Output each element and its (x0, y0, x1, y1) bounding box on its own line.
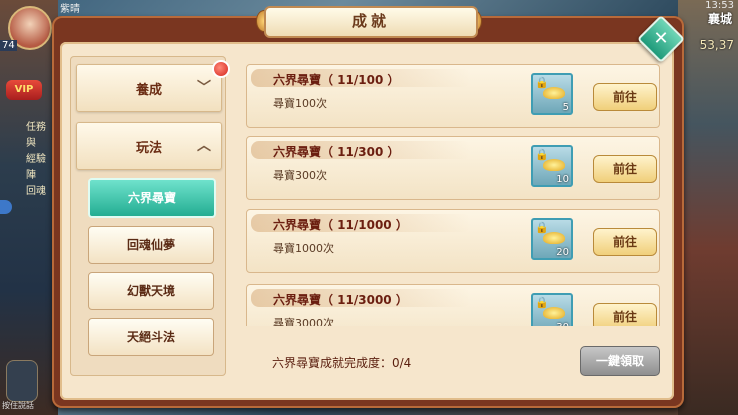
dialog-title: 成就 (264, 6, 478, 38)
gold-ingot-icon (543, 159, 565, 171)
go-button[interactable]: 前往 (593, 155, 657, 183)
vip-badge[interactable]: VIP (6, 80, 42, 100)
subitem-treasure-hunt[interactable]: 六界尋寶 (88, 178, 216, 218)
gold-ingot-icon (543, 87, 565, 99)
achievement-row: 六界尋寶（ 11/1000 ） 尋寶1000次 🔒 20 前往 (246, 209, 660, 273)
lock-icon: 🔒 (535, 221, 549, 234)
microphone-label: 按住說話 (2, 401, 34, 410)
lock-icon: 🔒 (535, 76, 549, 89)
go-button[interactable]: 前往 (593, 303, 657, 326)
reward-count: 10 (556, 174, 569, 185)
reward-count: 30 (556, 322, 569, 326)
subitem-duel[interactable]: 天絕斗法 (88, 318, 214, 356)
reward-item[interactable]: 🔒 20 (531, 218, 573, 260)
achievement-title: 六界尋寶（ 11/1000 ） (273, 218, 408, 232)
achievement-title: 六界尋寶（ 11/3000 ） (273, 293, 408, 307)
achievement-row: 六界尋寶（ 11/3000 ） 尋寶3000次 🔒 30 前往 (246, 284, 660, 326)
go-button[interactable]: 前往 (593, 83, 657, 111)
player-level: 74 (0, 40, 17, 51)
achievement-row: 六界尋寶（ 11/300 ） 尋寶300次 🔒 10 前往 (246, 136, 660, 200)
lock-icon: 🔒 (535, 296, 549, 309)
map-coordinates: 53,37 (699, 38, 734, 52)
subitem-beast-realm[interactable]: 幻獸天境 (88, 272, 214, 310)
category-cultivation[interactable]: 養成 ﹀ (76, 64, 222, 112)
achievement-row: 六界尋寶（ 11/100 ） 尋寶100次 🔒 5 前往 (246, 64, 660, 128)
achievement-desc: 尋寶1000次 (273, 242, 334, 255)
gold-ingot-icon (543, 307, 565, 319)
notification-dot (212, 60, 230, 78)
close-icon[interactable]: ✕ (644, 22, 678, 56)
completion-progress: 六界尋寶成就完成度：0/4 (272, 356, 412, 370)
achievement-list[interactable]: 六界尋寶（ 11/100 ） 尋寶100次 🔒 5 前往 六界尋寶（ 11/30… (238, 56, 668, 326)
chevron-down-icon: ﹀ (197, 80, 211, 96)
achievement-desc: 尋寶100次 (273, 97, 327, 110)
reward-count: 5 (562, 102, 569, 113)
go-button[interactable]: 前往 (593, 228, 657, 256)
map-name: 襄城 (707, 12, 732, 26)
player-name: 紫晴 (60, 4, 80, 15)
lock-icon: 🔒 (535, 148, 549, 161)
achievement-desc: 尋寶300次 (273, 169, 327, 182)
reward-item[interactable]: 🔒 30 (531, 293, 573, 326)
microphone-button[interactable] (6, 360, 38, 402)
reward-item[interactable]: 🔒 10 (531, 145, 573, 187)
chevron-up-icon: ︿ (197, 138, 211, 154)
category-gameplay[interactable]: 玩法 ︿ (76, 122, 222, 170)
reward-item[interactable]: 🔒 5 (531, 73, 573, 115)
reward-count: 20 (556, 247, 569, 258)
achievement-desc: 尋寶3000次 (273, 317, 334, 326)
gold-ingot-icon (543, 232, 565, 244)
achievement-title: 六界尋寶（ 11/100 ） (273, 73, 400, 87)
subitem-soul-dream[interactable]: 回魂仙夢 (88, 226, 214, 264)
game-background-right (678, 0, 738, 415)
claim-all-button[interactable]: 一鍵領取 (580, 346, 660, 376)
achievement-title: 六界尋寶（ 11/300 ） (273, 145, 400, 159)
